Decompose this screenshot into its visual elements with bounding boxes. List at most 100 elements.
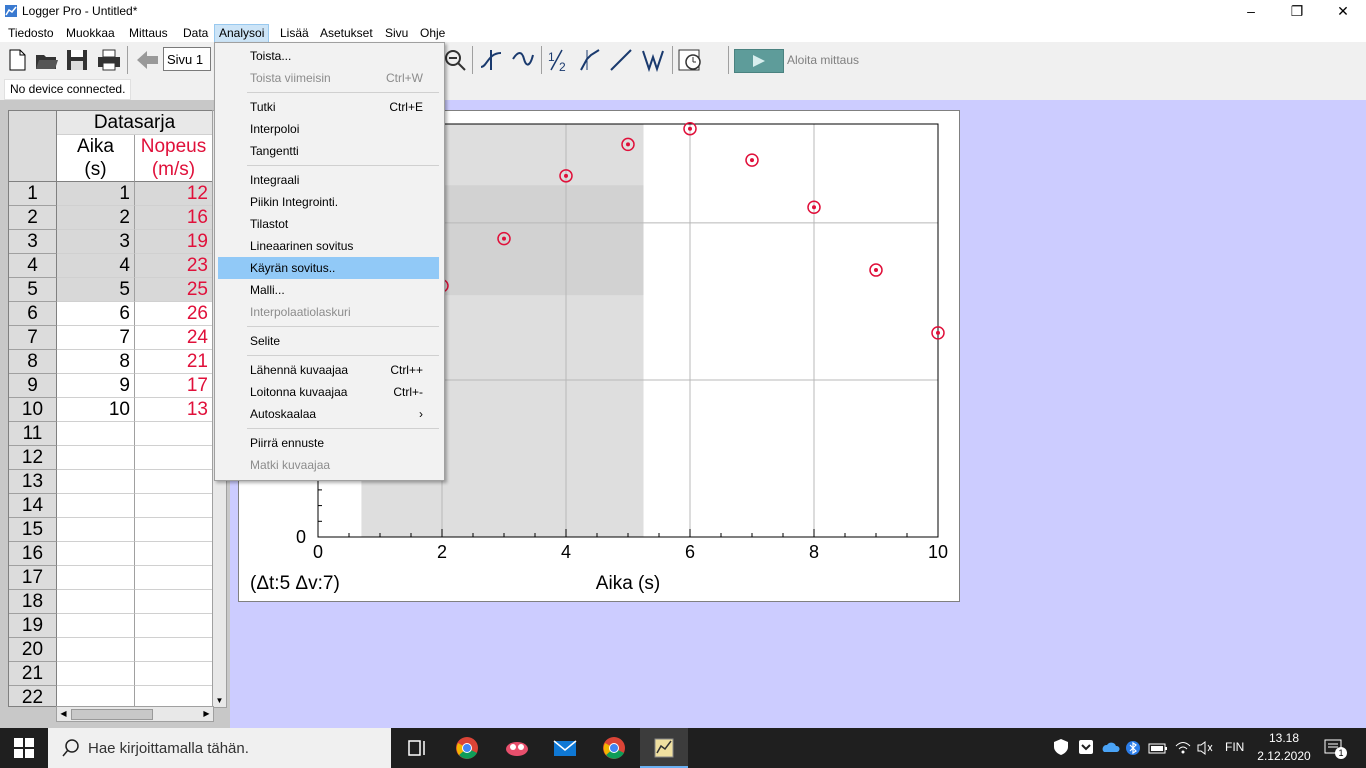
row-number[interactable]: 15: [9, 518, 57, 542]
open-folder-icon[interactable]: [34, 47, 60, 73]
menu-item-toista[interactable]: Toista...: [218, 45, 439, 67]
row-number[interactable]: 2: [9, 206, 57, 230]
onedrive-icon[interactable]: [1100, 739, 1120, 755]
menu-item-tilastot[interactable]: Tilastot: [218, 213, 439, 235]
cell-nopeus[interactable]: [135, 422, 213, 446]
integral-icon[interactable]: 12: [546, 47, 572, 73]
row-number[interactable]: 22: [9, 686, 57, 706]
cell-aika[interactable]: [57, 614, 135, 638]
cell-nopeus[interactable]: [135, 518, 213, 542]
cell-aika[interactable]: 2: [57, 206, 135, 230]
menu-mittaus[interactable]: Mittaus: [125, 24, 172, 42]
row-number[interactable]: 5: [9, 278, 57, 302]
menu-item-malli[interactable]: Malli...: [218, 279, 439, 301]
cell-aika[interactable]: [57, 566, 135, 590]
start-collection-button[interactable]: [734, 49, 784, 73]
menu-item-loitonna-kuvaajaa[interactable]: Loitonna kuvaajaa Ctrl+-: [218, 381, 439, 403]
row-number[interactable]: 1: [9, 182, 57, 206]
menu-item-tangentti[interactable]: Tangentti: [218, 140, 439, 162]
battery-icon[interactable]: [1148, 741, 1168, 755]
scroll-thumb[interactable]: [71, 709, 153, 720]
row-number[interactable]: 6: [9, 302, 57, 326]
linear-fit-icon[interactable]: [608, 47, 634, 73]
data-table[interactable]: Datasarja Aika (s) Nopeus (m/s) 1 1 12 2 2 16…: [8, 110, 214, 707]
menu-ohje[interactable]: Ohje: [416, 24, 449, 42]
snipping-tool-icon[interactable]: [505, 736, 529, 760]
logger-pro-taskbar-button[interactable]: [640, 728, 688, 768]
menu-item-lineaarinen-sovitus[interactable]: Lineaarinen sovitus: [218, 235, 439, 257]
column-header-nopeus[interactable]: Nopeus: [135, 135, 213, 159]
menu-item-tutki[interactable]: Tutki Ctrl+E: [218, 96, 439, 118]
row-number[interactable]: 11: [9, 422, 57, 446]
chrome-profile-icon[interactable]: [602, 736, 626, 760]
menu-item-autoskaalaa[interactable]: Autoskaalaa ›: [218, 403, 439, 425]
windows-start-icon[interactable]: [14, 738, 34, 758]
cell-aika[interactable]: [57, 590, 135, 614]
row-number[interactable]: 16: [9, 542, 57, 566]
cell-nopeus[interactable]: [135, 446, 213, 470]
cell-nopeus[interactable]: 19: [135, 230, 213, 254]
row-number[interactable]: 14: [9, 494, 57, 518]
examine-icon[interactable]: [478, 47, 504, 73]
cell-aika[interactable]: [57, 446, 135, 470]
scroll-down-icon[interactable]: ▼: [214, 695, 225, 706]
cell-aika[interactable]: [57, 518, 135, 542]
cell-nopeus[interactable]: [135, 542, 213, 566]
menu-item-selite[interactable]: Selite: [218, 330, 439, 352]
chrome-icon[interactable]: [455, 736, 479, 760]
menu-item-lähennä-kuvaajaa[interactable]: Lähennä kuvaajaa Ctrl++: [218, 359, 439, 381]
cell-aika[interactable]: 9: [57, 374, 135, 398]
cell-nopeus[interactable]: [135, 662, 213, 686]
cell-aika[interactable]: [57, 542, 135, 566]
bluetooth-icon[interactable]: [1126, 739, 1140, 757]
cell-nopeus[interactable]: 17: [135, 374, 213, 398]
cell-nopeus[interactable]: 21: [135, 350, 213, 374]
cell-aika[interactable]: 8: [57, 350, 135, 374]
cell-aika[interactable]: 4: [57, 254, 135, 278]
new-file-icon[interactable]: [4, 47, 30, 73]
row-number[interactable]: 17: [9, 566, 57, 590]
zoom-out-icon[interactable]: [442, 47, 468, 73]
row-number[interactable]: 9: [9, 374, 57, 398]
menu-lisaa[interactable]: Lisää: [276, 24, 313, 42]
cell-aika[interactable]: 10: [57, 398, 135, 422]
cell-nopeus[interactable]: [135, 494, 213, 518]
statistics-icon[interactable]: [577, 47, 603, 73]
cell-nopeus[interactable]: 26: [135, 302, 213, 326]
cell-nopeus[interactable]: 23: [135, 254, 213, 278]
row-number[interactable]: 21: [9, 662, 57, 686]
cell-nopeus[interactable]: [135, 470, 213, 494]
cell-nopeus[interactable]: 16: [135, 206, 213, 230]
cell-nopeus[interactable]: 12: [135, 182, 213, 206]
cell-nopeus[interactable]: [135, 590, 213, 614]
save-icon[interactable]: [64, 47, 90, 73]
menu-item-käyrän-sovitus[interactable]: Käyrän sovitus..: [218, 257, 439, 279]
row-number[interactable]: 7: [9, 326, 57, 350]
cell-nopeus[interactable]: [135, 614, 213, 638]
menu-asetukset[interactable]: Asetukset: [316, 24, 377, 42]
menu-sivu[interactable]: Sivu: [381, 24, 412, 42]
data-collection-clock-icon[interactable]: [677, 47, 703, 73]
task-view-icon[interactable]: [405, 736, 429, 760]
tangent-icon[interactable]: [510, 47, 536, 73]
cell-aika[interactable]: 6: [57, 302, 135, 326]
close-icon[interactable]: ✕: [1320, 0, 1366, 22]
cell-nopeus[interactable]: [135, 686, 213, 706]
cell-aika[interactable]: 7: [57, 326, 135, 350]
maximize-icon[interactable]: ❐: [1274, 0, 1320, 22]
menu-tiedosto[interactable]: Tiedosto: [4, 24, 58, 42]
clock-date[interactable]: 2.12.2020: [1256, 749, 1312, 763]
row-number[interactable]: 13: [9, 470, 57, 494]
column-header-aika[interactable]: Aika: [57, 135, 135, 159]
cell-nopeus[interactable]: 24: [135, 326, 213, 350]
menu-data[interactable]: Data: [179, 24, 212, 42]
input-language[interactable]: FIN: [1225, 740, 1244, 754]
cell-nopeus[interactable]: 25: [135, 278, 213, 302]
cell-aika[interactable]: [57, 422, 135, 446]
table-horizontal-scrollbar[interactable]: ◀ ▶: [56, 706, 214, 722]
mail-icon[interactable]: [553, 736, 577, 760]
curve-fit-icon[interactable]: [640, 47, 666, 73]
defender-shield-icon[interactable]: [1052, 738, 1070, 756]
cell-aika[interactable]: [57, 494, 135, 518]
dataset-title[interactable]: Datasarja: [57, 111, 213, 135]
